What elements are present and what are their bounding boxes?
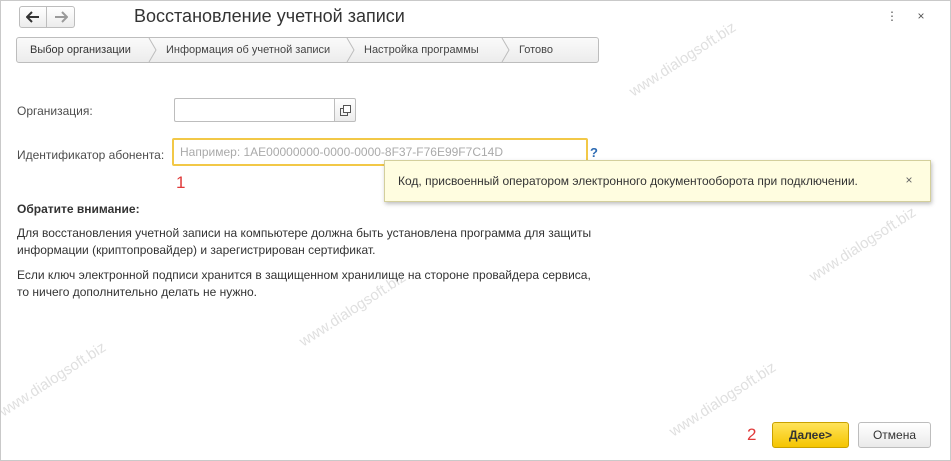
- subscriber-id-label: Идентификатор абонента:: [17, 148, 165, 162]
- watermark: www.dialogsoft.biz: [626, 18, 740, 101]
- notice-paragraph: Если ключ электронной подписи хранится в…: [17, 268, 591, 299]
- step-account-info[interactable]: Информация об учетной записи: [166, 38, 330, 62]
- annotation-marker-1: 1: [176, 173, 186, 192]
- step-done[interactable]: Готово: [519, 38, 553, 62]
- watermark: www.dialogsoft.biz: [806, 203, 920, 286]
- annotation-marker-2: 2: [747, 425, 757, 444]
- step-separator-icon: [501, 38, 510, 62]
- arrow-right-icon: [54, 11, 68, 23]
- dialog-window: Восстановление учетной записи ⋮ × Выбор …: [0, 0, 951, 461]
- tooltip-text: Код, присвоенный оператором электронного…: [398, 174, 858, 188]
- watermark: www.dialogsoft.biz: [0, 338, 110, 421]
- close-window-icon[interactable]: ×: [912, 7, 930, 25]
- help-icon[interactable]: ?: [590, 145, 598, 160]
- arrow-left-icon: [26, 11, 39, 23]
- more-actions-icon[interactable]: ⋮: [883, 7, 901, 25]
- step-program-setup[interactable]: Настройка программы: [364, 38, 479, 62]
- open-organization-button[interactable]: [334, 98, 356, 122]
- wizard-steps: Выбор организации Информация об учетной …: [16, 37, 599, 63]
- step-select-organization[interactable]: Выбор организации: [30, 38, 131, 62]
- notice-paragraph: Для восстановления учетной записи на ком…: [17, 226, 592, 257]
- tooltip-popup: Код, присвоенный оператором электронного…: [384, 160, 931, 202]
- step-separator-icon: [346, 38, 355, 62]
- back-button[interactable]: [19, 6, 47, 28]
- open-form-icon: [339, 104, 351, 116]
- organization-label: Организация:: [17, 104, 93, 118]
- notice-heading: Обратите внимание:: [17, 202, 140, 216]
- window-title: Восстановление учетной записи: [134, 6, 405, 26]
- watermark: www.dialogsoft.biz: [666, 358, 780, 441]
- organization-input[interactable]: [174, 98, 334, 122]
- tooltip-close-icon[interactable]: ×: [902, 173, 916, 187]
- next-button[interactable]: Далее>: [772, 422, 849, 448]
- step-separator-icon: [148, 38, 157, 62]
- cancel-button[interactable]: Отмена: [858, 422, 931, 448]
- forward-button[interactable]: [47, 6, 75, 28]
